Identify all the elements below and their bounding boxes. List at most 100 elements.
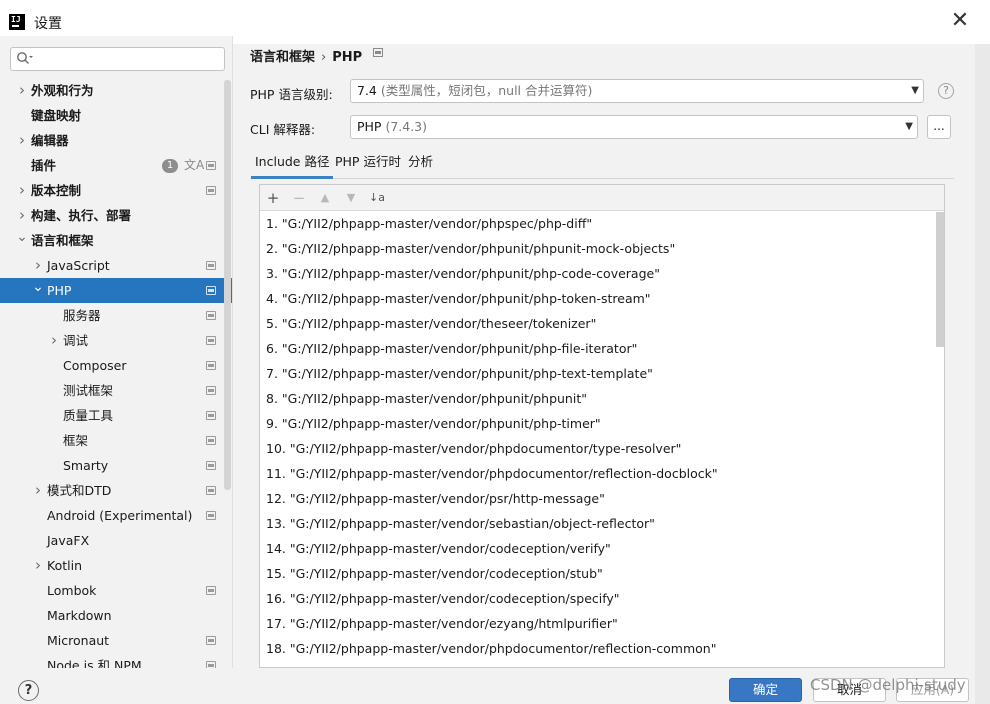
list-item[interactable]: 16. "G:/YII2/phpapp-master/vendor/codece… (266, 586, 620, 611)
sidebar-scrollbar[interactable] (224, 80, 231, 490)
project-level-icon (206, 511, 216, 520)
sidebar-item[interactable]: Composer (0, 353, 232, 378)
sidebar-item[interactable]: › 编辑器 (0, 128, 232, 153)
watermark: CSDN @delphi-study (810, 676, 966, 694)
sidebar-item[interactable]: Smarty (0, 453, 232, 478)
list-item[interactable]: 15. "G:/YII2/phpapp-master/vendor/codece… (266, 561, 603, 586)
sidebar-item[interactable]: Markdown (0, 603, 232, 628)
chevron-right-icon[interactable]: › (16, 178, 28, 203)
search-box[interactable] (10, 47, 225, 71)
sidebar-item[interactable]: › 模式和DTD (0, 478, 232, 503)
include-path-list[interactable]: 1. "G:/YII2/phpapp-master/vendor/phpspec… (260, 212, 944, 668)
chevron-right-icon[interactable]: › (32, 253, 44, 278)
list-item[interactable]: 11. "G:/YII2/phpapp-master/vendor/phpdoc… (266, 461, 718, 486)
sidebar-item[interactable]: › 外观和行为 (0, 78, 232, 103)
list-item[interactable]: 8. "G:/YII2/phpapp-master/vendor/phpunit… (266, 386, 587, 411)
sort-icon[interactable]: ↓a (367, 188, 387, 208)
tab-include-path[interactable]: Include 路径 (251, 151, 334, 179)
list-item[interactable]: 18. "G:/YII2/phpapp-master/vendor/phpdoc… (266, 636, 716, 661)
search-input[interactable] (37, 50, 217, 68)
sidebar-item[interactable]: Micronaut (0, 628, 232, 653)
project-level-icon (206, 261, 216, 270)
chevron-down-icon[interactable]: ⌄ (32, 278, 44, 303)
sidebar-item[interactable]: 框架 (0, 428, 232, 453)
tab-php-runtime[interactable]: PHP 运行时 (331, 151, 405, 179)
tab-bar: Include 路径 PHP 运行时 分析 (250, 151, 954, 179)
cli-interpreter-select[interactable]: PHP (7.4.3) ▼ (350, 115, 918, 139)
sidebar-item[interactable]: JavaFX (0, 528, 232, 553)
cli-interpreter-label: CLI 解释器: (250, 122, 316, 137)
sidebar-item-label: JavaScript (47, 258, 110, 273)
list-item[interactable]: 9. "G:/YII2/phpapp-master/vendor/phpunit… (266, 411, 601, 436)
sidebar-item[interactable]: 质量工具 (0, 403, 232, 428)
sidebar-item-label: Micronaut (47, 633, 110, 648)
chevron-right-icon[interactable]: › (48, 328, 60, 353)
move-up-button[interactable]: ▲ (315, 188, 335, 208)
sidebar-item[interactable]: › 调试 (0, 328, 232, 353)
sidebar-item-label: 服务器 (63, 308, 101, 323)
list-item[interactable]: 6. "G:/YII2/phpapp-master/vendor/phpunit… (266, 336, 637, 361)
sidebar-item[interactable]: ⌄ PHP (0, 278, 232, 303)
list-item[interactable]: 4. "G:/YII2/phpapp-master/vendor/phpunit… (266, 286, 651, 311)
list-item[interactable]: 1. "G:/YII2/phpapp-master/vendor/phpspec… (266, 212, 592, 236)
sidebar-item-label: 语言和框架 (31, 233, 94, 248)
sidebar-item[interactable]: 测试框架 (0, 378, 232, 403)
help-icon[interactable]: ? (938, 83, 954, 99)
tab-analysis[interactable]: 分析 (404, 151, 437, 179)
list-item[interactable]: 3. "G:/YII2/phpapp-master/vendor/phpunit… (266, 261, 660, 286)
help-button[interactable]: ? (18, 680, 39, 701)
sidebar-item[interactable]: › JavaScript (0, 253, 232, 278)
sidebar-item[interactable]: Node.js 和 NPM (0, 653, 232, 668)
cli-interpreter-browse-button[interactable]: ... (927, 115, 951, 139)
sidebar-item-label: Lombok (47, 583, 97, 598)
sidebar-item-label: 测试框架 (63, 383, 114, 398)
cli-interpreter-hint: (7.4.3) (381, 119, 428, 134)
remove-path-button[interactable]: − (289, 188, 309, 208)
sidebar-item-label: PHP (47, 283, 72, 298)
sidebar-item-label: 框架 (63, 433, 89, 448)
sidebar-item[interactable]: › 版本控制 (0, 178, 232, 203)
chevron-right-icon[interactable]: › (16, 128, 28, 153)
list-item[interactable]: 17. "G:/YII2/phpapp-master/vendor/ezyang… (266, 611, 618, 636)
sidebar-item[interactable]: › Kotlin (0, 553, 232, 578)
list-item[interactable]: 14. "G:/YII2/phpapp-master/vendor/codece… (266, 536, 611, 561)
project-level-icon (206, 486, 216, 495)
sidebar-item-label: 外观和行为 (31, 83, 94, 98)
sidebar-item[interactable]: Android (Experimental) (0, 503, 232, 528)
language-level-value: 7.4 (357, 83, 377, 98)
add-path-button[interactable]: + (263, 188, 283, 208)
language-level-select[interactable]: 7.4 (类型属性，短闭包，null 合并运算符) ▼ (350, 79, 924, 103)
sidebar-item[interactable]: Lombok (0, 578, 232, 603)
sidebar-item[interactable]: ⌄ 语言和框架 (0, 228, 232, 253)
list-scrollbar[interactable] (936, 212, 944, 347)
project-level-icon (206, 161, 216, 170)
sidebar-item-label: JavaFX (47, 533, 90, 548)
list-item[interactable]: 10. "G:/YII2/phpapp-master/vendor/phpdoc… (266, 436, 681, 461)
sidebar-item[interactable]: 服务器 (0, 303, 232, 328)
close-button[interactable]: ✕ (948, 10, 972, 34)
sidebar-item[interactable]: 插件 1 文A (0, 153, 232, 178)
sidebar-item-label: 编辑器 (31, 133, 69, 148)
chevron-right-icon[interactable]: › (16, 203, 28, 228)
list-item[interactable]: 13. "G:/YII2/phpapp-master/vendor/sebast… (266, 511, 655, 536)
project-level-icon (206, 436, 216, 445)
list-item[interactable]: 12. "G:/YII2/phpapp-master/vendor/psr/ht… (266, 486, 605, 511)
ok-button[interactable]: 确定 (729, 678, 802, 702)
list-item[interactable]: 2. "G:/YII2/phpapp-master/vendor/phpunit… (266, 236, 675, 261)
chevron-right-icon[interactable]: › (32, 553, 44, 578)
chevron-right-icon[interactable]: › (16, 78, 28, 103)
list-item[interactable]: 7. "G:/YII2/phpapp-master/vendor/phpunit… (266, 361, 653, 386)
sidebar-item[interactable]: › 构建、执行、部署 (0, 203, 232, 228)
chevron-down-icon[interactable]: ⌄ (16, 228, 28, 253)
sidebar-item[interactable]: 键盘映射 (0, 103, 232, 128)
dropdown-arrow-icon: ▼ (911, 85, 919, 96)
sidebar-item-label: Composer (63, 358, 127, 373)
background-window-edge (975, 44, 990, 704)
project-level-icon (373, 48, 383, 57)
breadcrumb-parent[interactable]: 语言和框架 (250, 50, 315, 65)
move-down-button[interactable]: ▼ (341, 188, 361, 208)
project-level-icon (206, 411, 216, 420)
sidebar-item-label: Android (Experimental) (47, 508, 193, 523)
chevron-right-icon[interactable]: › (32, 478, 44, 503)
list-item[interactable]: 5. "G:/YII2/phpapp-master/vendor/theseer… (266, 311, 596, 336)
